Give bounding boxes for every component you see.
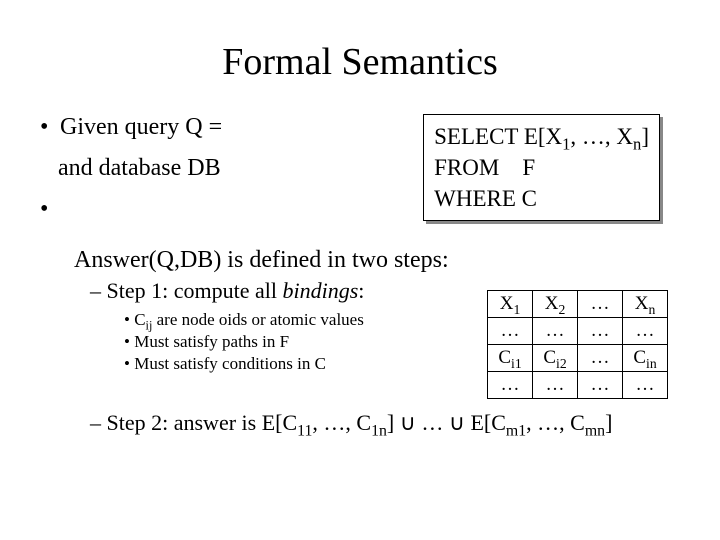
from-keyword: FROM xyxy=(434,155,499,180)
sub: i1 xyxy=(511,356,522,371)
bindings-table: X1 X2 … Xn … … … … Ci1 Ci2 … Cin … … … … xyxy=(487,290,668,399)
sql-from-line: FROM F xyxy=(434,152,649,183)
expr-post: ] xyxy=(641,124,649,149)
sql-where-line: WHERE C xyxy=(434,183,649,214)
sub: 2 xyxy=(558,302,565,317)
table-row: X1 X2 … Xn xyxy=(488,291,668,318)
x: X xyxy=(635,293,649,314)
sub: n xyxy=(648,302,655,317)
c: C xyxy=(498,347,511,368)
sub: in xyxy=(646,356,657,371)
c: C xyxy=(633,347,646,368)
step1-bindings: bindings xyxy=(282,278,358,303)
x: X xyxy=(545,293,559,314)
and-database-line: and database DB xyxy=(58,155,222,182)
given-query-text: Given query Q = xyxy=(60,114,222,140)
open2: E[C xyxy=(470,410,505,435)
cell-ci1: Ci1 xyxy=(488,345,533,372)
sql-select-line: SELECT E[X1, …, Xn] xyxy=(434,121,649,152)
cell-dots: … xyxy=(578,372,623,399)
step2-line: – Step 2: answer is E[C11, …, C1n] ∪ … ∪… xyxy=(90,410,680,436)
sql-box: SELECT E[X1, …, Xn] FROM F WHERE C xyxy=(423,114,660,221)
given-query-line: • Given query Q = xyxy=(40,114,222,141)
expr-pre: E[X xyxy=(524,124,562,149)
sub-mn: mn xyxy=(585,422,605,439)
bullet-icon: • xyxy=(40,196,54,223)
sub-1n: 1n xyxy=(371,422,387,439)
c-pre: C xyxy=(134,310,145,329)
cell-dots: … xyxy=(623,318,668,345)
sub: i2 xyxy=(556,356,567,371)
answer-line: Answer(Q,DB) is defined in two steps: xyxy=(74,247,680,274)
where-keyword: WHERE xyxy=(434,186,516,211)
mid1: , …, C xyxy=(312,410,371,435)
where-val: C xyxy=(522,186,537,211)
cell-cin: Cin xyxy=(623,345,668,372)
from-val: F xyxy=(522,155,535,180)
select-expr: E[X1, …, Xn] xyxy=(524,124,649,149)
cell-dots: … xyxy=(578,345,623,372)
sub-b-text: Must satisfy paths in F xyxy=(134,332,289,351)
step2-label: – Step 2: answer is E[C xyxy=(90,410,297,435)
slide: Formal Semantics • Given query Q = and d… xyxy=(0,0,720,540)
x: X xyxy=(500,293,514,314)
cup: ∪ … ∪ xyxy=(394,410,470,435)
cell-x1: X1 xyxy=(488,291,533,318)
sub-c-text: Must satisfy conditions in C xyxy=(134,354,326,373)
cell-ci2: Ci2 xyxy=(533,345,578,372)
empty-bullet: • xyxy=(40,196,222,223)
bullet-icon: • xyxy=(40,114,54,141)
cell-dots: … xyxy=(533,372,578,399)
c: C xyxy=(543,347,556,368)
cell-dots: … xyxy=(623,372,668,399)
sub-a-post: are node oids or atomic values xyxy=(152,310,364,329)
step1-colon: : xyxy=(358,278,364,303)
cell-x2: X2 xyxy=(533,291,578,318)
cell-dots: … xyxy=(488,372,533,399)
mid2: , …, C xyxy=(526,410,585,435)
cell-xn: Xn xyxy=(623,291,668,318)
cij: Cij xyxy=(134,310,152,329)
select-keyword: SELECT xyxy=(434,124,518,149)
sub-11: 11 xyxy=(297,422,312,439)
table-row: Ci1 Ci2 … Cin xyxy=(488,345,668,372)
top-row: • Given query Q = and database DB • SELE… xyxy=(40,114,680,237)
expr-mid: , …, X xyxy=(570,124,633,149)
cell-dots: … xyxy=(578,318,623,345)
table-row: … … … … xyxy=(488,318,668,345)
left-column: • Given query Q = and database DB • xyxy=(40,114,222,237)
close2: ] xyxy=(605,410,612,435)
sub: 1 xyxy=(513,302,520,317)
slide-title: Formal Semantics xyxy=(40,40,680,84)
cell-dots: … xyxy=(533,318,578,345)
cell-dots: … xyxy=(488,318,533,345)
cell-dots: … xyxy=(578,291,623,318)
sub-m1: m1 xyxy=(506,422,526,439)
table-row: … … … … xyxy=(488,372,668,399)
step1-label: – Step 1: compute all xyxy=(90,278,282,303)
